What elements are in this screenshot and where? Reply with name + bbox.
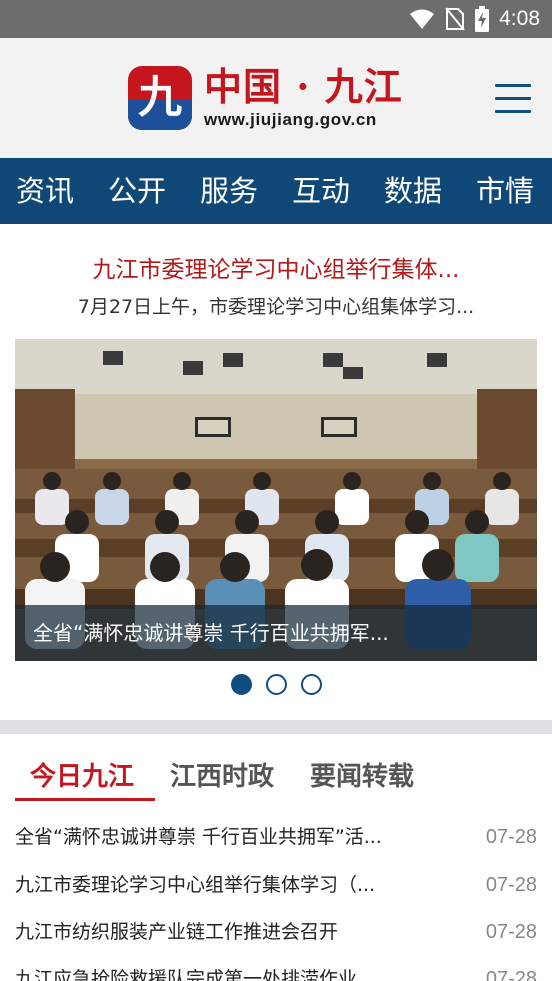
battery-charging-icon	[475, 6, 490, 32]
news-title[interactable]: 九江应急抢险救援队完成第一处排涝作业	[15, 955, 420, 981]
no-sim-icon	[445, 7, 465, 31]
list-item[interactable]: 九江市委理论学习中心组举行集体学习（... 07-28	[0, 861, 552, 909]
list-item[interactable]: 全省“满怀忠诚讲尊崇 千行百业共拥军”活... 07-28	[0, 813, 552, 861]
site-header: 九 中国 · 九江 www.jiujiang.gov.cn	[0, 38, 552, 158]
wifi-icon	[410, 9, 435, 29]
carousel-dot-3[interactable]	[301, 674, 322, 695]
news-title[interactable]: 全省“满怀忠诚讲尊崇 千行百业共拥军”活...	[15, 813, 420, 861]
carousel-dot-2[interactable]	[266, 674, 287, 695]
active-tab-underline	[15, 798, 155, 801]
carousel-indicators	[0, 674, 552, 696]
nav-item-public[interactable]: 公开	[108, 158, 166, 224]
news-title[interactable]: 九江市纺织服装产业链工作推进会召开	[15, 908, 420, 956]
hamburger-menu-icon[interactable]	[495, 82, 533, 116]
site-logo-icon: 九	[128, 66, 192, 130]
news-date: 07-28	[485, 826, 537, 848]
tab-reprinted-news[interactable]: 要闻转载	[310, 756, 414, 793]
status-bar: 4:08	[0, 0, 552, 38]
status-icons: 4:08	[409, 6, 540, 32]
nav-item-news[interactable]: 资讯	[16, 158, 74, 224]
news-tabs: 今日九江 江西时政 要闻转载	[0, 750, 552, 802]
nav-item-data[interactable]: 数据	[384, 158, 442, 224]
list-item[interactable]: 九江应急抢险救援队完成第一处排涝作业 07-28	[0, 955, 552, 981]
news-date: 07-28	[485, 921, 537, 943]
status-time: 4:08	[499, 7, 540, 30]
news-date: 07-28	[485, 968, 537, 981]
tab-today-jiujiang[interactable]: 今日九江	[30, 756, 134, 793]
tab-jiangxi-politics[interactable]: 江西时政	[170, 756, 274, 793]
list-item[interactable]: 九江市纺织服装产业链工作推进会召开 07-28	[0, 908, 552, 956]
news-date: 07-28	[485, 874, 537, 896]
section-divider	[0, 720, 552, 734]
main-nav: 资讯 公开 服务 互动 数据 市情	[0, 158, 552, 224]
featured-summary[interactable]: 7月27日上午，市委理论学习中心组集体学习...	[0, 292, 552, 319]
news-title[interactable]: 九江市委理论学习中心组举行集体学习（...	[15, 861, 420, 909]
logo-url: www.jiujiang.gov.cn	[204, 110, 377, 129]
carousel-caption[interactable]: 全省“满怀忠诚讲尊崇 千行百业共拥军...	[33, 605, 389, 661]
nav-item-city[interactable]: 市情	[476, 158, 534, 224]
carousel-caption-bar: 全省“满怀忠诚讲尊崇 千行百业共拥军...	[15, 605, 537, 661]
logo-title: 中国 · 九江	[204, 64, 403, 109]
nav-item-service[interactable]: 服务	[200, 158, 258, 224]
nav-item-interaction[interactable]: 互动	[292, 158, 350, 224]
site-logo[interactable]: 九 中国 · 九江 www.jiujiang.gov.cn	[128, 66, 418, 132]
news-carousel[interactable]: 全省“满怀忠诚讲尊崇 千行百业共拥军...	[15, 339, 537, 661]
carousel-dot-1[interactable]	[231, 674, 252, 695]
featured-headline[interactable]: 九江市委理论学习中心组举行集体...	[0, 250, 552, 284]
